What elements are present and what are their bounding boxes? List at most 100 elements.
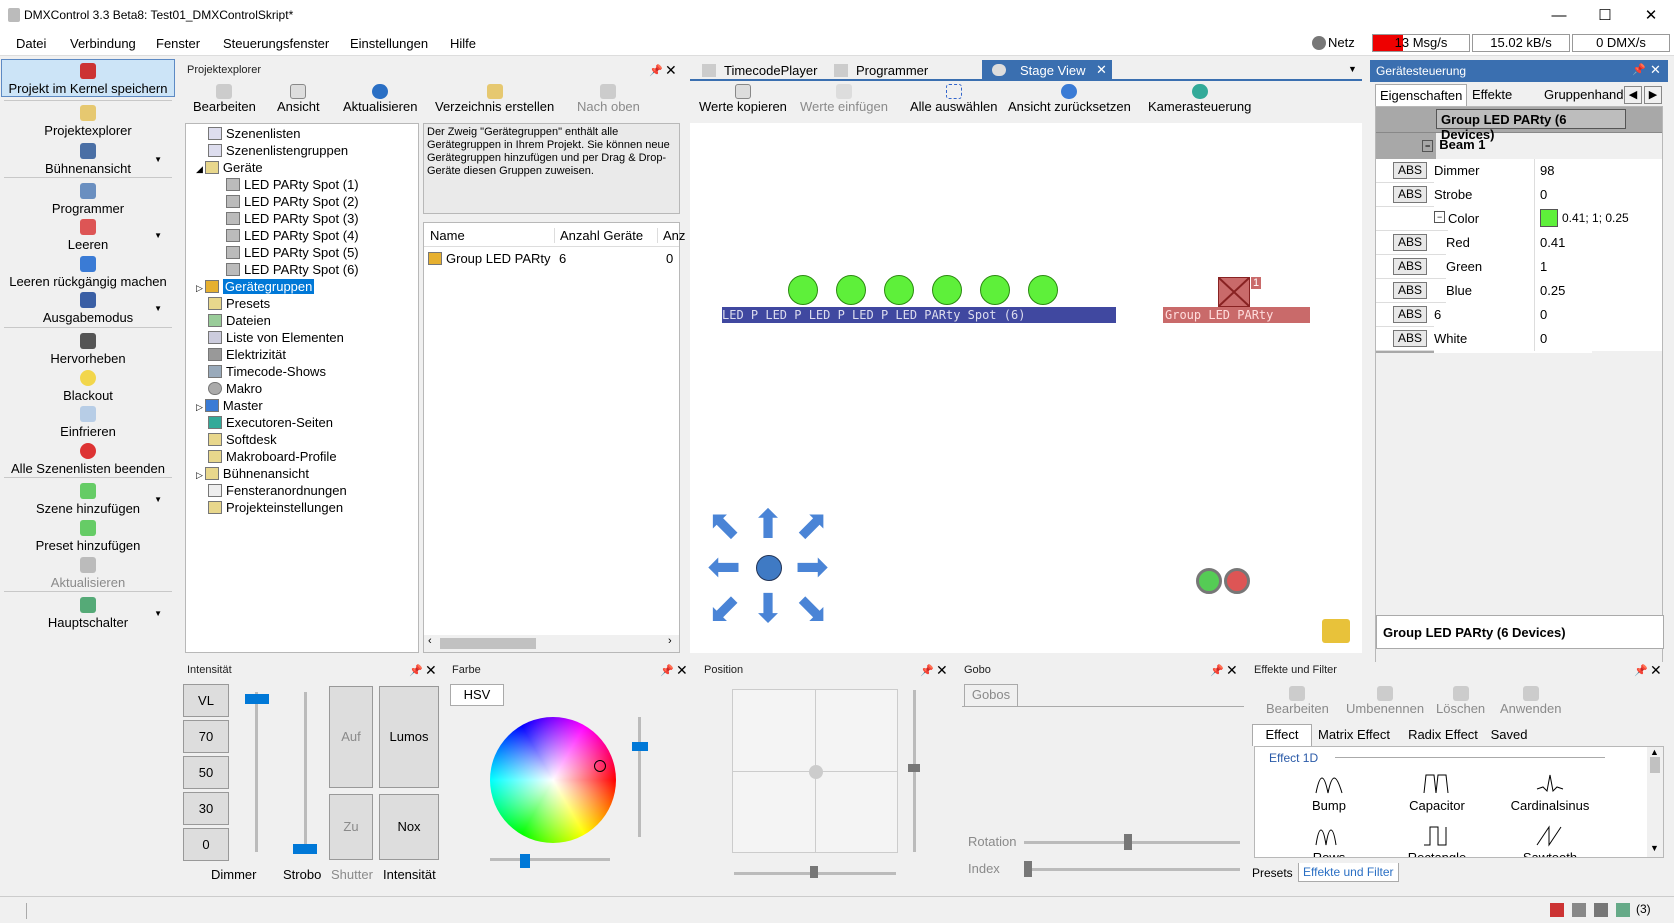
scroll-thumb[interactable] xyxy=(440,638,536,649)
pin-icon[interactable]: 📌 xyxy=(660,664,674,677)
tree-item[interactable]: ▷ Master xyxy=(196,398,263,413)
menu-steuerungsfenster[interactable]: Steuerungsfenster xyxy=(223,36,329,51)
alle-auswaehlen-button[interactable]: Alle auswählen xyxy=(910,84,997,114)
fixture-3[interactable] xyxy=(884,275,914,305)
pin-icon[interactable]: 📌 xyxy=(920,664,934,677)
arrow-up-right-icon[interactable]: ⬈ xyxy=(792,505,832,545)
abs-button[interactable]: ABS xyxy=(1393,330,1427,347)
tab-gruppenhand[interactable]: Gruppenhand xyxy=(1544,87,1624,102)
abs-button[interactable]: ABS xyxy=(1393,162,1427,179)
zoom-in-icon[interactable] xyxy=(1196,568,1222,594)
tab-radix-effect[interactable]: Radix Effect xyxy=(1402,727,1484,742)
tab-stage-view[interactable]: Stage View ✕ xyxy=(982,60,1112,81)
index-slider[interactable] xyxy=(1024,868,1240,871)
property-row[interactable]: ABS Strobe 0 xyxy=(1376,183,1662,209)
effect-rectangle[interactable]: Rectangle xyxy=(1397,825,1477,857)
ansicht-zuruecksetzen-button[interactable]: Ansicht zurücksetzen xyxy=(1008,84,1131,114)
hervorheben-button[interactable]: Hervorheben xyxy=(0,333,176,366)
tree-item[interactable]: LED PARty Spot (4) xyxy=(226,228,359,243)
level-0-button[interactable]: 0 xyxy=(183,828,229,861)
arrow-left-icon[interactable]: ⬅ xyxy=(704,547,744,587)
level-70-button[interactable]: 70 xyxy=(183,720,229,753)
menu-fenster[interactable]: Fenster xyxy=(156,36,200,51)
device-icon[interactable] xyxy=(1594,903,1608,917)
save-kernel-button[interactable]: Projekt im Kernel speichern xyxy=(1,59,175,97)
tab-next-icon[interactable]: ▶ xyxy=(1644,86,1662,104)
col-count[interactable]: Anzahl Geräte xyxy=(554,228,643,243)
explorer-tree[interactable]: Szenenlisten Szenenlistengruppen ◢ Geräte… xyxy=(185,123,419,653)
effect-bump[interactable]: Bump xyxy=(1289,773,1369,813)
position-handle[interactable] xyxy=(809,765,823,779)
close-icon[interactable]: ✕ xyxy=(1650,662,1662,679)
property-row[interactable]: ABS Green 1 xyxy=(1376,255,1662,281)
buehnenansicht-button[interactable]: Bühnenansicht ▼ xyxy=(0,143,176,176)
saturation-thumb[interactable] xyxy=(632,742,648,751)
ausgabemodus-button[interactable]: Ausgabemodus ▼ xyxy=(0,292,176,325)
scroll-thumb[interactable] xyxy=(1650,757,1660,773)
arrow-up-icon[interactable]: ⬆ xyxy=(748,505,788,545)
leeren-button[interactable]: Leeren ▼ xyxy=(0,219,176,252)
tree-item[interactable]: Presets xyxy=(208,296,270,311)
tab-effekte-filter[interactable]: Effekte und Filter xyxy=(1298,863,1399,882)
pin-icon[interactable]: 📌 xyxy=(1210,664,1224,677)
hauptschalter-button[interactable]: Hauptschalter ▼ xyxy=(0,597,176,630)
h-scrollbar[interactable]: ‹ › xyxy=(424,635,679,652)
close-tab-icon[interactable]: ✕ xyxy=(1096,62,1107,78)
tab-menu-icon[interactable]: ▼ xyxy=(1348,64,1357,74)
pin-icon[interactable]: 📌 xyxy=(649,64,663,77)
einfrieren-button[interactable]: Einfrieren xyxy=(0,406,176,439)
aktualisieren-explorer-button[interactable]: Aktualisieren xyxy=(343,84,417,114)
save-icon[interactable] xyxy=(1550,903,1564,917)
property-row[interactable]: ABS 6 0 xyxy=(1376,303,1662,329)
abs-button[interactable]: ABS xyxy=(1393,234,1427,251)
close-icon[interactable]: ✕ xyxy=(1226,662,1238,679)
tree-item[interactable]: ◢ Geräte xyxy=(196,160,263,175)
tree-item[interactable]: LED PARty Spot (5) xyxy=(226,245,359,260)
abs-button[interactable]: ABS xyxy=(1393,306,1427,323)
arrow-down-icon[interactable]: ⬇ xyxy=(748,589,788,629)
tab-prev-icon[interactable]: ◀ xyxy=(1624,86,1642,104)
tab-timecodeplayer[interactable]: TimecodePlayer xyxy=(696,61,824,80)
menu-datei[interactable]: Datei xyxy=(16,36,46,51)
ansicht-button[interactable]: Ansicht xyxy=(277,84,320,114)
tab-effect[interactable]: Effect xyxy=(1252,724,1312,746)
fixture-6[interactable] xyxy=(1028,275,1058,305)
property-value[interactable]: 0 xyxy=(1540,187,1547,202)
tree-item[interactable]: LED PARty Spot (1) xyxy=(226,177,359,192)
tree-item[interactable]: Softdesk xyxy=(208,432,277,447)
tab-matrix-effect[interactable]: Matrix Effect xyxy=(1312,727,1396,742)
tab-gobos[interactable]: Gobos xyxy=(964,684,1018,706)
tree-item[interactable]: Projekteinstellungen xyxy=(208,500,343,515)
fixture-5[interactable] xyxy=(980,275,1010,305)
property-row[interactable]: ABS Blue 0.25 xyxy=(1376,279,1662,305)
strobo-slider[interactable] xyxy=(304,692,307,852)
fixture-1[interactable] xyxy=(788,275,818,305)
close-button[interactable]: ✕ xyxy=(1628,0,1674,31)
zu-button[interactable]: Zu xyxy=(329,794,373,860)
hue-slider[interactable] xyxy=(490,858,610,861)
property-row[interactable]: − Color 0.41; 1; 0.25 xyxy=(1376,207,1662,233)
tilt-thumb[interactable] xyxy=(908,764,920,772)
abs-button[interactable]: ABS xyxy=(1393,186,1427,203)
leeren-undo-button[interactable]: Leeren rückgängig machen xyxy=(0,256,176,289)
tab-programmer[interactable]: Programmer xyxy=(828,61,956,80)
arrow-right-icon[interactable]: ➡ xyxy=(792,547,832,587)
tree-item[interactable]: LED PARty Spot (6) xyxy=(226,262,359,277)
effect-anwenden-button[interactable]: Anwenden xyxy=(1500,686,1561,716)
arrow-down-left-icon[interactable]: ⬋ xyxy=(704,589,744,629)
dimmer-slider[interactable] xyxy=(255,692,258,852)
menu-einstellungen[interactable]: Einstellungen xyxy=(350,36,428,51)
fixture-4[interactable] xyxy=(932,275,962,305)
color-swatch[interactable] xyxy=(1540,209,1558,227)
minimize-button[interactable]: — xyxy=(1536,0,1582,31)
v-scrollbar[interactable]: ▲ ▼ xyxy=(1647,747,1663,857)
nox-button[interactable]: Nox xyxy=(379,794,439,860)
level-vl-button[interactable]: VL xyxy=(183,684,229,717)
tree-item[interactable]: Szenenlistengruppen xyxy=(208,143,348,158)
property-row[interactable]: ABS Red 0.41 xyxy=(1376,231,1662,257)
tab-hsv[interactable]: HSV xyxy=(450,684,504,706)
tree-item[interactable]: LED PARty Spot (2) xyxy=(226,194,359,209)
tab-effekte[interactable]: Effekte xyxy=(1472,87,1512,102)
abs-button[interactable]: ABS xyxy=(1393,282,1427,299)
stage-view[interactable]: Werte kopieren Werte einfügen Alle auswä… xyxy=(690,83,1362,653)
